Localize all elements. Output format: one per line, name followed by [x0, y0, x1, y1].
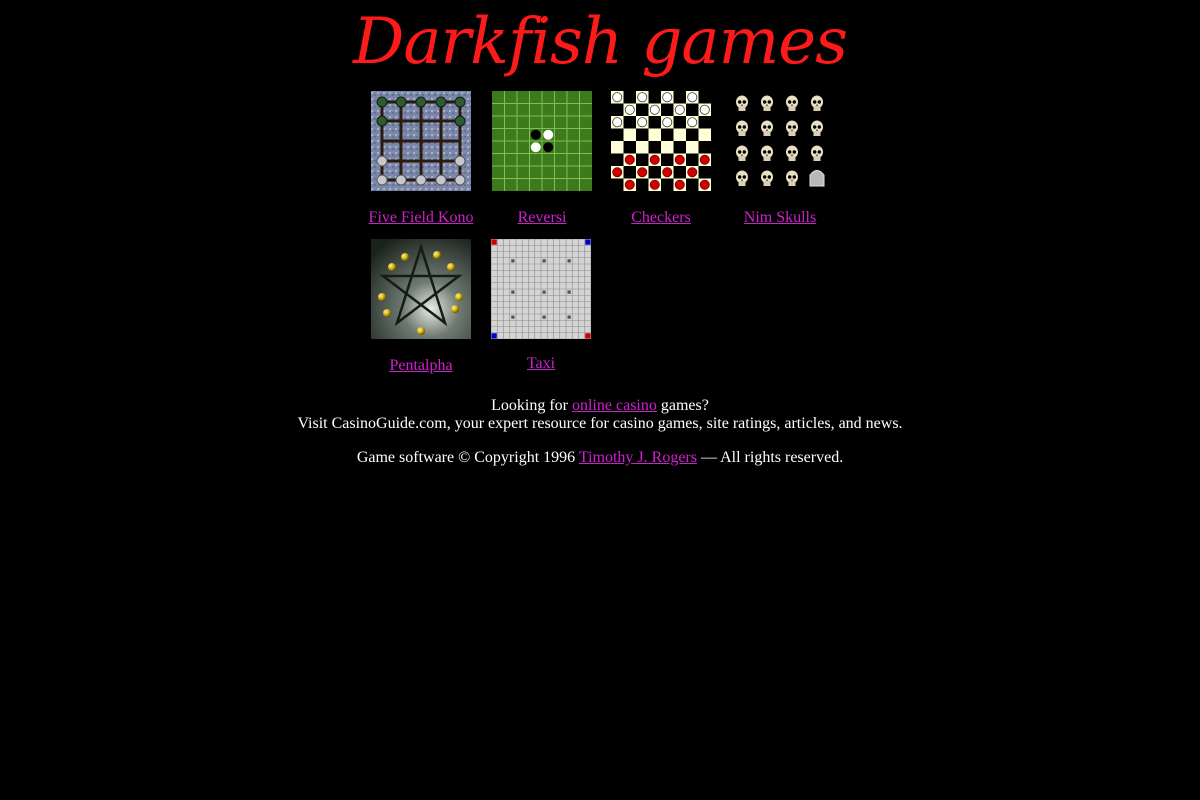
game-link-checkers[interactable]: Checkers: [601, 209, 721, 227]
taxi-thumbnail[interactable]: [491, 239, 591, 339]
game-pentalpha[interactable]: Pentalpha: [361, 239, 481, 379]
promo-line-2: Visit CasinoGuide.com, your expert resou…: [297, 415, 903, 432]
promo-prefix: Looking for: [491, 397, 568, 414]
promo-line-1: Looking for online casino games?: [0, 397, 1200, 415]
nim-skulls-thumbnail[interactable]: [730, 91, 830, 191]
author-link[interactable]: Timothy J. Rogers: [579, 449, 697, 466]
game-link-taxi[interactable]: Taxi: [481, 355, 601, 373]
online-casino-link[interactable]: online casino: [572, 397, 657, 414]
game-nim-skulls[interactable]: Nim Skulls: [720, 91, 840, 231]
game-taxi[interactable]: Taxi: [481, 239, 601, 379]
logo-text: Darkfish games: [353, 5, 848, 79]
game-link-nim-skulls[interactable]: Nim Skulls: [720, 209, 840, 227]
game-link-reversi[interactable]: Reversi: [482, 209, 602, 227]
checkers-thumbnail[interactable]: [611, 91, 711, 191]
promo-suffix: games?: [660, 397, 709, 414]
copyright-suffix: All rights reserved.: [720, 449, 844, 466]
game-link-five-field-kono[interactable]: Five Field Kono: [361, 209, 481, 227]
game-link-pentalpha[interactable]: Pentalpha: [361, 357, 481, 375]
reversi-thumbnail[interactable]: [492, 91, 592, 191]
pentalpha-thumbnail[interactable]: [371, 239, 471, 339]
game-reversi[interactable]: Reversi: [482, 91, 602, 231]
copyright-dash: —: [700, 449, 717, 466]
logo: Darkfish games: [0, 0, 1200, 86]
copyright-line: Game software © Copyright 1996 Timothy J…: [0, 449, 1200, 467]
game-five-field-kono[interactable]: Five Field Kono: [361, 91, 481, 231]
five-field-kono-thumbnail[interactable]: [371, 91, 471, 191]
game-checkers[interactable]: Checkers: [601, 91, 721, 231]
copyright-prefix: Game software © Copyright 1996: [356, 449, 576, 466]
